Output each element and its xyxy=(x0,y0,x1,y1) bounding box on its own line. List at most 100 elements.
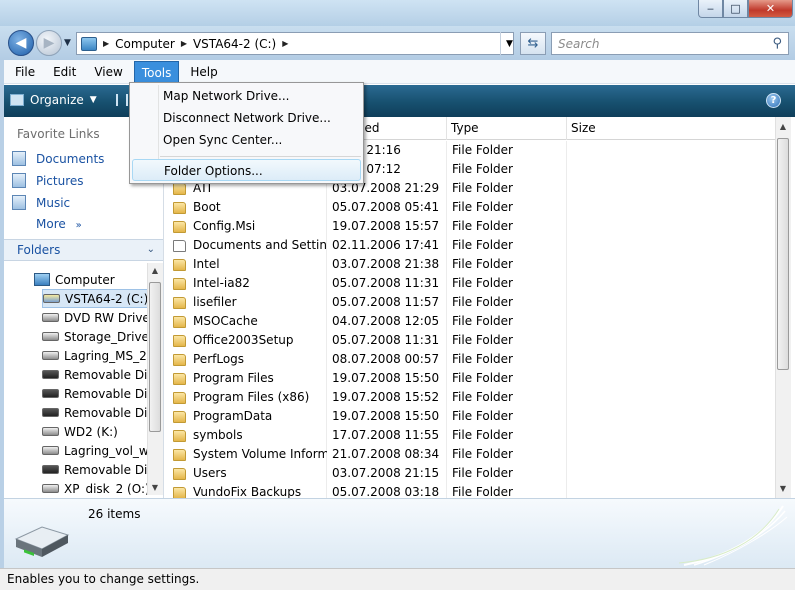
menu-view[interactable]: View xyxy=(87,61,129,83)
computer-icon xyxy=(34,273,50,286)
file-row[interactable]: MSOCache 04.07.2008 12:05 File Folder xyxy=(165,312,775,331)
tree-item[interactable]: Removable Dis xyxy=(42,365,147,384)
tree-item[interactable]: Computer xyxy=(34,270,115,289)
menu-help[interactable]: Help xyxy=(183,61,224,83)
tree-scroll-thumb[interactable] xyxy=(149,282,161,432)
file-row[interactable]: Program Files (x86) 19.07.2008 15:52 File … xyxy=(165,388,775,407)
fav-link-documents[interactable]: Documents xyxy=(12,151,104,166)
file-row[interactable]: Intel 03.07.2008 21:38 File Folder xyxy=(165,255,775,274)
file-size xyxy=(567,236,775,255)
tree-item[interactable]: Removable Dis xyxy=(42,384,147,403)
file-row[interactable]: lisefiler 05.07.2008 11:57 File Folder xyxy=(165,293,775,312)
address-dropdown[interactable]: ▼ xyxy=(500,32,518,55)
file-row[interactable]: Boot 05.07.2008 05:41 File Folder xyxy=(165,198,775,217)
fav-link-pictures[interactable]: Pictures xyxy=(12,173,84,188)
history-dropdown[interactable]: ▼ xyxy=(64,38,71,48)
file-row[interactable]: symbols 17.07.2008 11:55 File Folder xyxy=(165,426,775,445)
shortcut-folder-icon xyxy=(173,239,186,252)
file-row[interactable]: ProgramData 19.07.2008 15:50 File Folder xyxy=(165,407,775,426)
search-icon[interactable]: ⚲ xyxy=(772,36,782,51)
file-date: 19.07.2008 15:50 xyxy=(332,409,440,423)
file-name-cell: lisefiler xyxy=(165,293,327,312)
file-type: File Folder xyxy=(452,295,513,309)
chevron-down-icon: ⌄ xyxy=(146,244,155,255)
file-name-cell: Intel xyxy=(165,255,327,274)
drive-icon xyxy=(42,332,59,341)
menu-item-open-sync-center[interactable]: Open Sync Center... xyxy=(132,129,361,151)
folders-header[interactable]: Folders ⌄ xyxy=(4,239,163,261)
menu-file[interactable]: File xyxy=(8,61,42,83)
file-type: File Folder xyxy=(452,238,513,252)
breadcrumb-arrow-icon[interactable]: ▶ xyxy=(181,39,187,48)
refresh-icon: ⇆ xyxy=(527,36,539,51)
item-count: 26 items xyxy=(88,507,141,521)
tree-item[interactable]: Lagring_MS_2 xyxy=(42,346,147,365)
search-input[interactable]: Search ⚲ xyxy=(551,32,789,55)
file-date: 02.11.2006 17:41 xyxy=(332,238,440,252)
organize-button[interactable]: Organize ▼ xyxy=(10,93,97,107)
forward-button[interactable]: ▶ xyxy=(36,30,62,56)
file-row[interactable]: VundoFix Backups 05.07.2008 03:18 File Fol… xyxy=(165,483,775,498)
breadcrumb-arrow-icon[interactable]: ▶ xyxy=(103,39,109,48)
views-icon[interactable] xyxy=(116,94,128,106)
file-row[interactable]: Documents and Settings 02.11.2006 17:41 Fi… xyxy=(165,236,775,255)
tree-item[interactable]: Removable Dis xyxy=(42,460,147,479)
breadcrumb-arrow-icon[interactable]: ▶ xyxy=(282,39,288,48)
tree-item-label: Removable Dis xyxy=(64,386,147,401)
file-row[interactable]: PerfLogs 08.07.2008 00:57 File Folder xyxy=(165,350,775,369)
menu-bar: File Edit View Tools Help xyxy=(4,60,795,84)
file-row[interactable]: Users 03.07.2008 21:15 File Folder xyxy=(165,464,775,483)
menu-tools[interactable]: Tools xyxy=(133,60,180,83)
address-bar[interactable]: ▶ Computer ▶ VSTA64-2 (C:) ▶ xyxy=(76,32,514,55)
tree-item[interactable]: DVD RW Drive xyxy=(42,308,147,327)
tree-item[interactable]: VSTA64-2 (C:) xyxy=(42,289,147,308)
tree-item[interactable]: XP_disk_2 (O:) xyxy=(42,479,147,495)
folder-icon xyxy=(173,334,186,347)
arrow-left-icon: ◀ xyxy=(15,35,27,51)
file-row[interactable]: Intel-ia82 05.07.2008 11:31 File Folder xyxy=(165,274,775,293)
list-scroll-thumb[interactable] xyxy=(777,138,789,370)
file-row[interactable]: Program Files 19.07.2008 15:50 File Folder xyxy=(165,369,775,388)
file-size xyxy=(567,445,775,464)
status-bar: Enables you to change settings. xyxy=(0,568,795,590)
scroll-down-icon[interactable]: ▼ xyxy=(147,483,163,492)
breadcrumb-drive[interactable]: VSTA64-2 (C:) xyxy=(193,37,276,51)
file-row[interactable]: System Volume Inform... 21.07.2008 08:34 F… xyxy=(165,445,775,464)
scroll-up-icon[interactable]: ▲ xyxy=(775,122,791,131)
favorite-links-header: Favorite Links xyxy=(17,127,100,141)
more-link[interactable]: More » xyxy=(36,217,82,231)
folder-icon xyxy=(173,486,186,498)
breadcrumb-computer[interactable]: Computer xyxy=(115,37,175,51)
fav-link-music[interactable]: Music xyxy=(12,195,70,210)
close-button[interactable]: ✕ xyxy=(748,0,793,18)
back-button[interactable]: ◀ xyxy=(8,30,34,56)
status-text: Enables you to change settings. xyxy=(7,572,200,586)
file-name: Boot xyxy=(193,200,221,214)
maximize-button[interactable]: □ xyxy=(723,0,748,18)
scroll-down-icon[interactable]: ▼ xyxy=(775,484,791,493)
tree-item[interactable]: Lagring_vol_w xyxy=(42,441,147,460)
menu-edit[interactable]: Edit xyxy=(46,61,83,83)
column-size[interactable]: Size xyxy=(567,117,775,140)
help-icon[interactable]: ? xyxy=(766,93,781,108)
scroll-up-icon[interactable]: ▲ xyxy=(147,266,163,275)
tree-item[interactable]: Removable Dis xyxy=(42,403,147,422)
file-date: 05.07.2008 05:41 xyxy=(332,200,440,214)
file-name-cell: Program Files (x86) xyxy=(165,388,327,407)
refresh-button[interactable]: ⇆ xyxy=(520,32,546,55)
menu-item-disconnect-network-drive[interactable]: Disconnect Network Drive... xyxy=(132,107,361,129)
file-date: 21.07.2008 08:34 xyxy=(332,447,440,461)
column-type[interactable]: Type xyxy=(447,117,567,140)
folder-icon xyxy=(173,372,186,385)
tree-item[interactable]: Storage_Drive_ xyxy=(42,327,147,346)
file-name-cell: Documents and Settings xyxy=(165,236,327,255)
minimize-button[interactable]: ‒ xyxy=(698,0,723,18)
file-name-cell: ProgramData xyxy=(165,407,327,426)
menu-item-map-network-drive[interactable]: Map Network Drive... xyxy=(132,85,361,107)
file-row[interactable]: Config.Msi 19.07.2008 15:57 File Folder xyxy=(165,217,775,236)
menu-item-folder-options[interactable]: Folder Options... xyxy=(132,159,361,181)
file-row[interactable]: Office2003Setup 05.07.2008 11:31 File Fold… xyxy=(165,331,775,350)
tree-item[interactable]: WD2 (K:) xyxy=(42,422,118,441)
file-size xyxy=(567,426,775,445)
file-size xyxy=(567,388,775,407)
